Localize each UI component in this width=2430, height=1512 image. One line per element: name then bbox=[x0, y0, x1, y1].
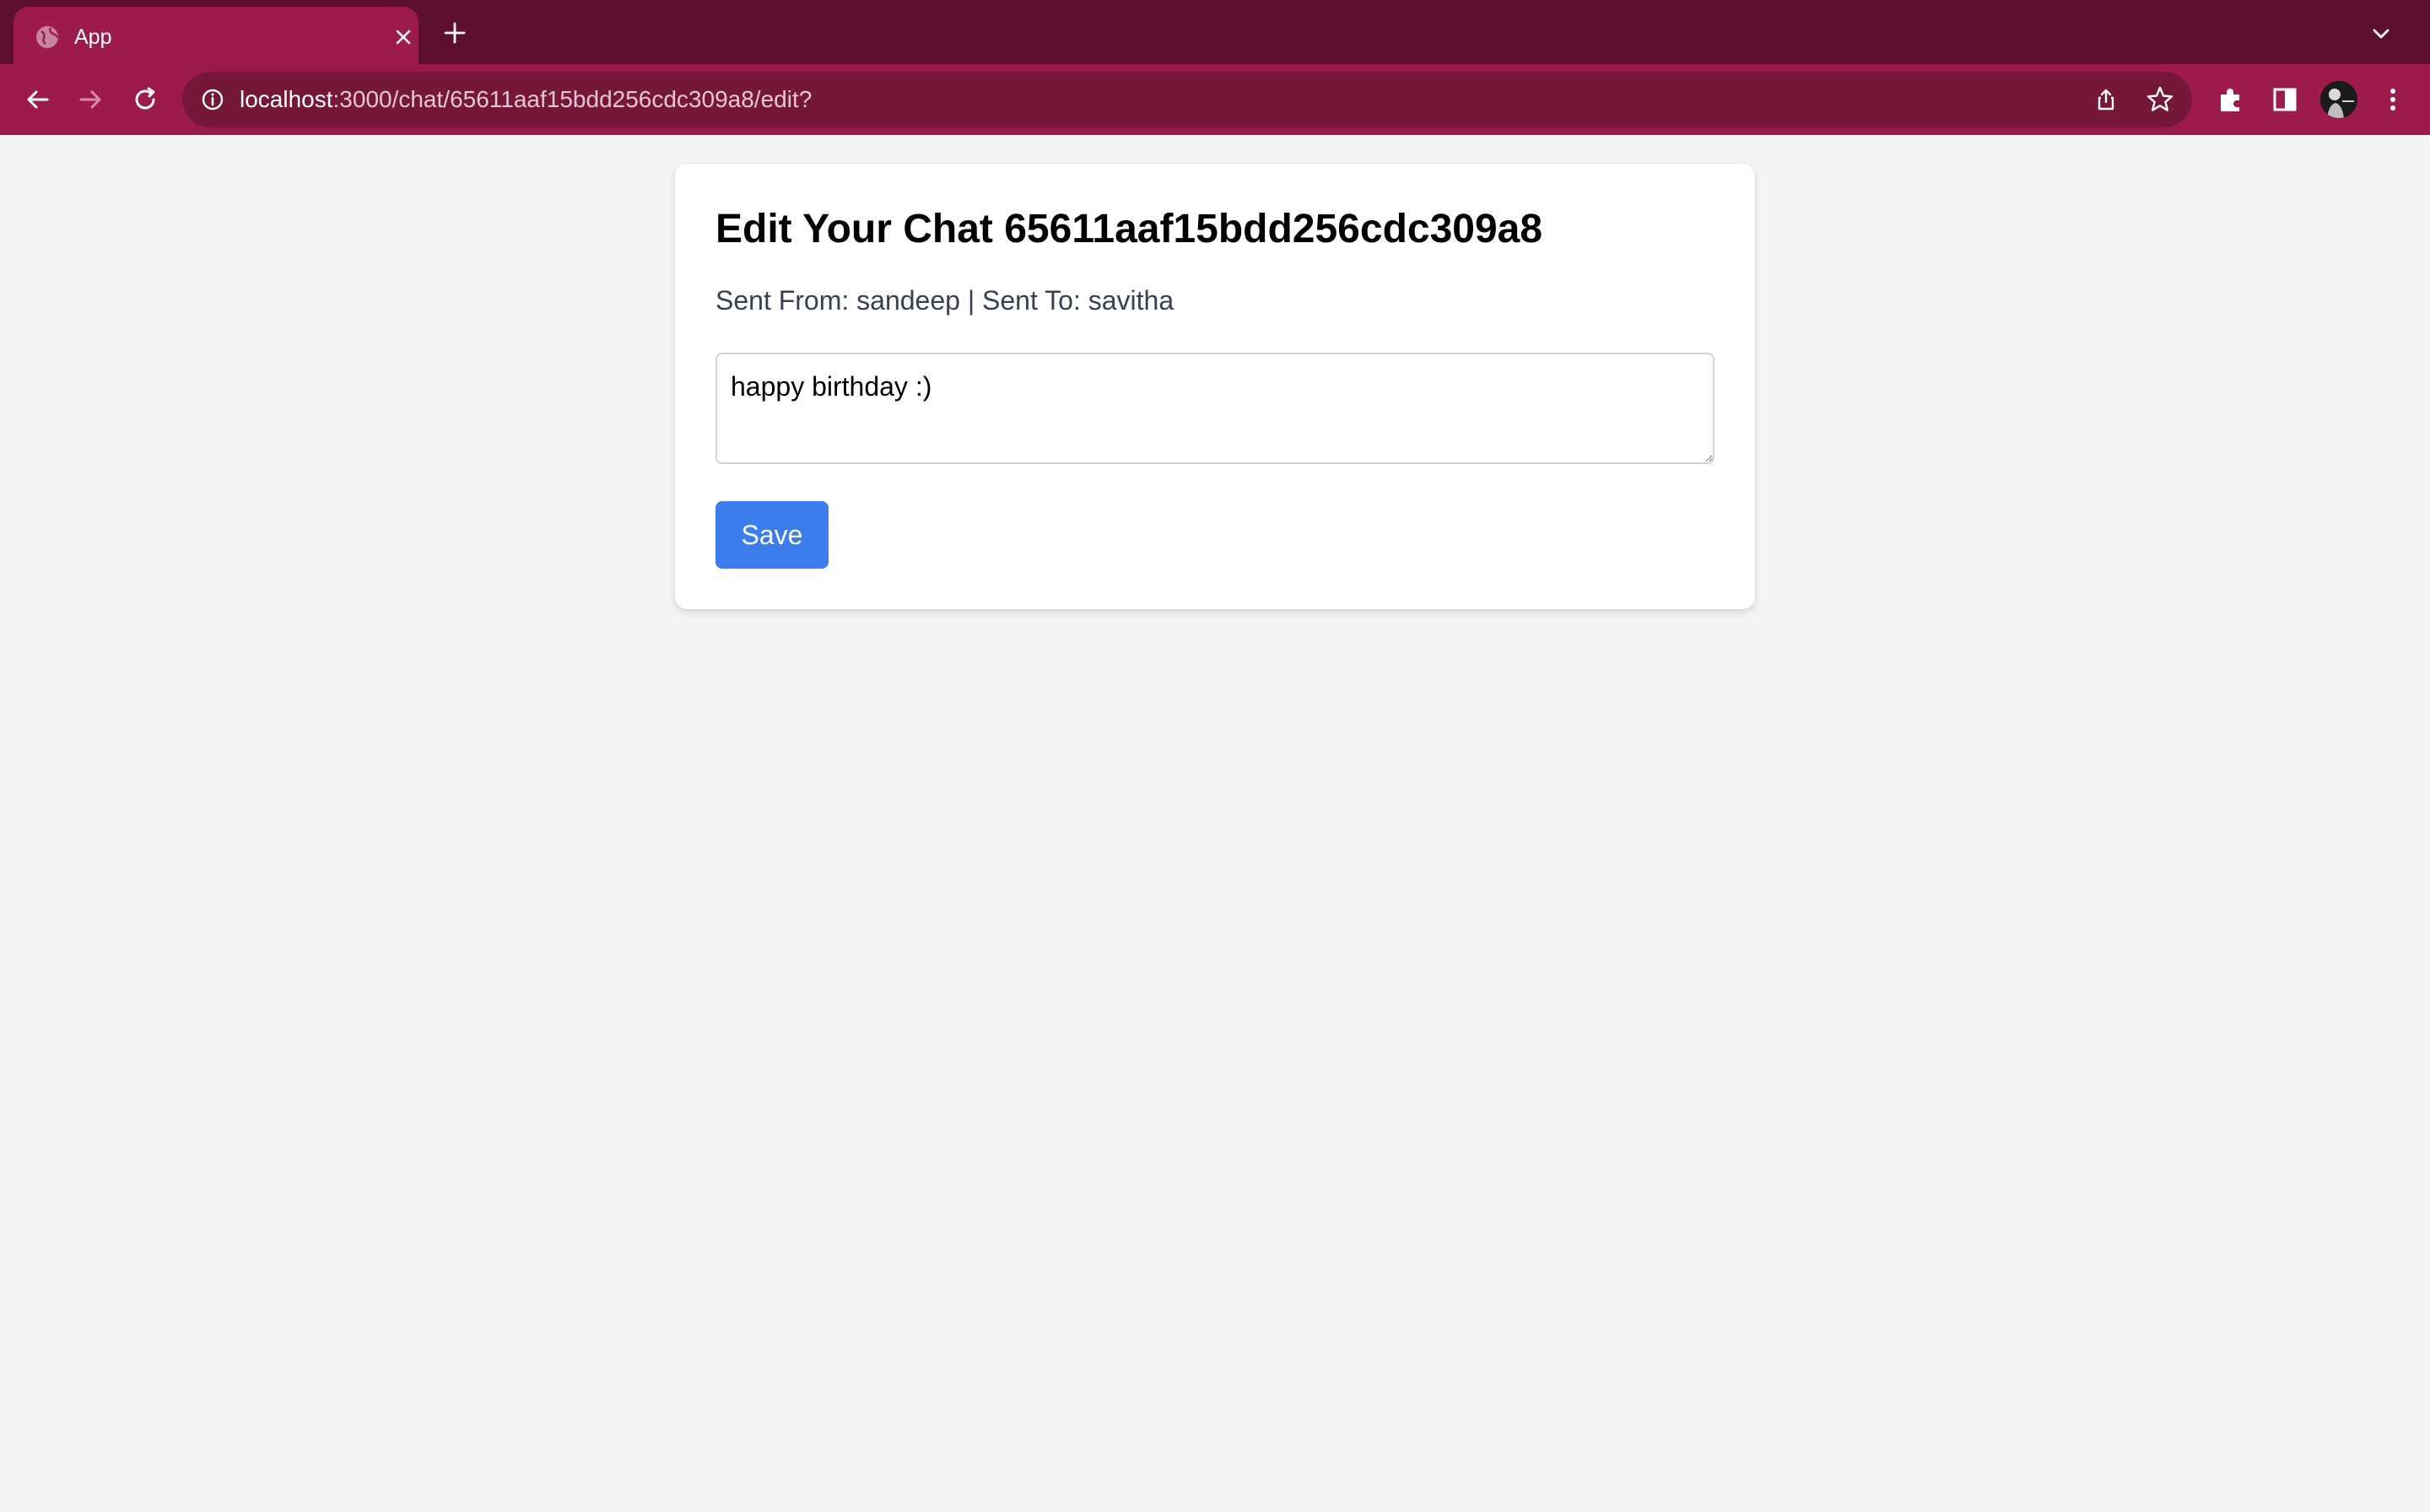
reload-icon[interactable] bbox=[128, 83, 162, 116]
extensions-icon[interactable] bbox=[2214, 83, 2248, 116]
side-panel-icon[interactable] bbox=[2268, 83, 2302, 116]
tab-title: App bbox=[74, 25, 112, 49]
url-path: :3000/chat/65611aaf15bdd256cdc309a8/edit… bbox=[332, 86, 813, 112]
forward-arrow-icon[interactable] bbox=[74, 83, 108, 116]
url-text[interactable]: localhost:3000/chat/65611aaf15bdd256cdc3… bbox=[240, 86, 812, 113]
new-tab-icon[interactable] bbox=[440, 19, 469, 47]
page-title: Edit Your Chat 65611aaf15bdd256cdc309a8 bbox=[716, 207, 1543, 251]
chevron-down-icon[interactable] bbox=[2368, 20, 2395, 47]
avatar[interactable] bbox=[2320, 81, 2357, 118]
address-bar[interactable]: localhost:3000/chat/65611aaf15bdd256cdc3… bbox=[182, 72, 2192, 127]
save-button[interactable]: Save bbox=[716, 501, 829, 569]
back-arrow-icon[interactable] bbox=[20, 83, 54, 116]
globe-icon bbox=[36, 26, 59, 48]
url-host: localhost bbox=[240, 86, 333, 112]
profile-photo bbox=[2320, 81, 2357, 118]
tab-strip: App bbox=[0, 0, 2430, 64]
bookmark-star-icon[interactable] bbox=[2145, 84, 2175, 115]
info-icon[interactable] bbox=[199, 86, 226, 113]
sender-recipient-info: Sent From: sandeep | Sent To: savitha bbox=[716, 285, 1174, 316]
share-icon[interactable] bbox=[2092, 86, 2120, 113]
browser-tab[interactable]: App bbox=[14, 7, 418, 64]
more-menu-icon[interactable] bbox=[2376, 83, 2410, 116]
close-icon[interactable] bbox=[392, 25, 415, 49]
edit-chat-card: Edit Your Chat 65611aaf15bdd256cdc309a8 … bbox=[675, 164, 1755, 609]
message-textarea[interactable]: happy birthday :) bbox=[716, 353, 1714, 464]
browser-toolbar: localhost:3000/chat/65611aaf15bdd256cdc3… bbox=[0, 64, 2430, 135]
